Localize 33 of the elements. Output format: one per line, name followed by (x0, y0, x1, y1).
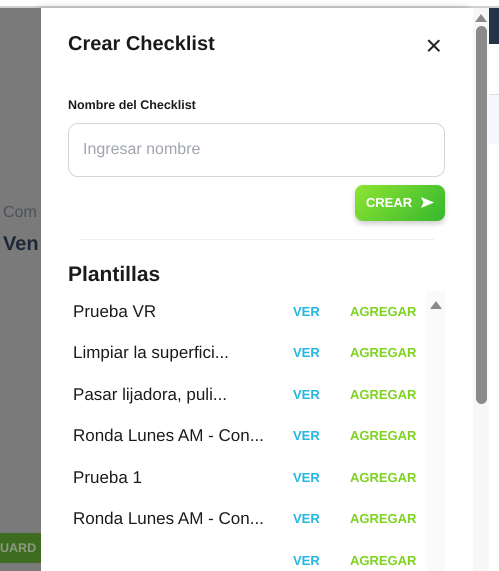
dialog-title: Crear Checklist (68, 32, 215, 56)
view-link[interactable]: VER (293, 426, 350, 446)
name-input-field[interactable]: Ingresar nombre (68, 122, 445, 177)
close-button[interactable]: × (422, 32, 446, 60)
add-link[interactable]: AGREGAR (350, 302, 416, 322)
add-link[interactable]: AGREGAR (350, 426, 416, 446)
view-link[interactable]: VER (293, 384, 350, 404)
send-icon (421, 197, 434, 208)
view-link[interactable]: VER (293, 550, 350, 570)
view-link[interactable]: VER (293, 509, 350, 529)
template-name: Ronda Lunes AM - Con... (72, 508, 265, 530)
header-bar (489, 8, 499, 44)
view-link[interactable]: VER (293, 468, 350, 488)
save-button[interactable]: UARD (0, 533, 41, 563)
template-name: Prueba 1 (72, 466, 143, 489)
add-link[interactable]: AGREGAR (350, 384, 416, 404)
add-link[interactable]: AGREGAR (350, 509, 416, 529)
template-name: Limpiar la superfici... (72, 342, 230, 364)
scroll-up-icon[interactable] (430, 300, 442, 309)
add-link[interactable]: AGREGAR (350, 468, 416, 488)
add-link[interactable]: AGREGAR (350, 550, 416, 570)
add-link[interactable]: AGREGAR (350, 343, 416, 363)
view-link[interactable]: VER (293, 343, 350, 363)
scroll-up-icon[interactable] (475, 14, 487, 22)
section-title: Plantillas (68, 262, 162, 287)
template-name: Ronda Lunes AM - Con... (72, 425, 265, 448)
background-value: Ven (3, 232, 40, 257)
template-name: Prueba VR (72, 300, 158, 323)
view-link[interactable]: VER (293, 302, 350, 322)
create-button[interactable]: CREAR (355, 184, 445, 221)
template-name: Pasar lijadora, puli... (72, 384, 228, 406)
field-label: Nombre del Checklist (68, 97, 197, 114)
scrollbar-thumb[interactable] (476, 26, 486, 404)
